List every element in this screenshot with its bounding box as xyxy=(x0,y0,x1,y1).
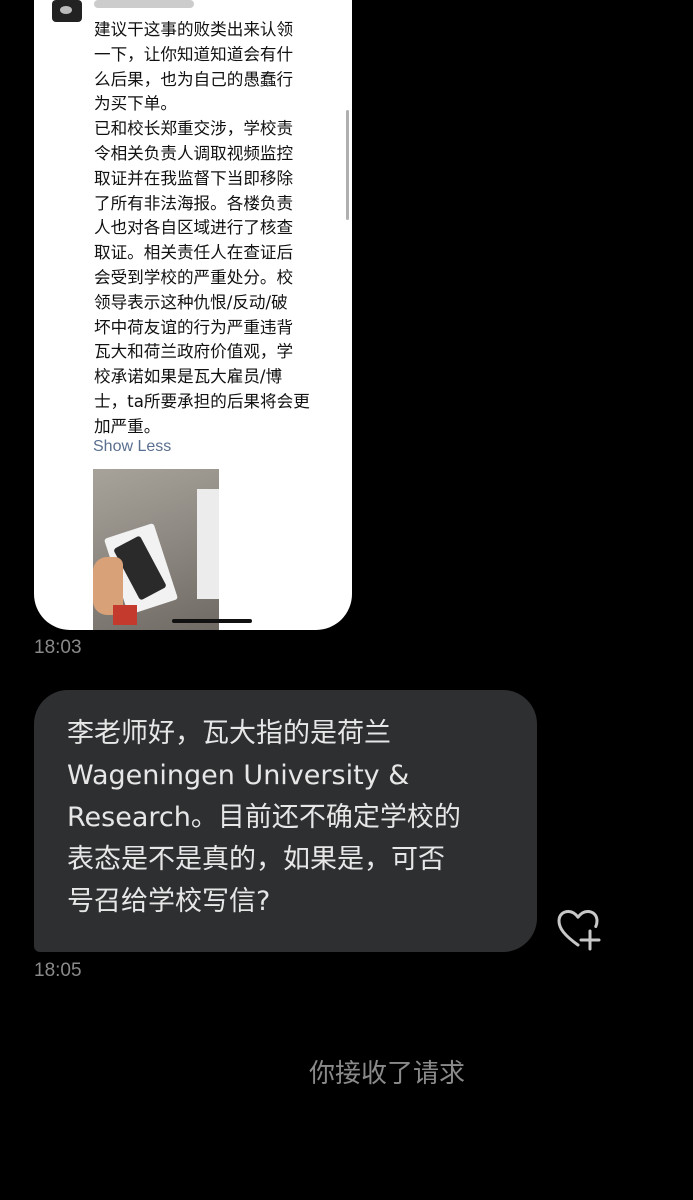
message-bubble[interactable]: 李老师好，瓦大指的是荷兰 Wageningen University & Res… xyxy=(34,690,537,952)
photo-red-object xyxy=(113,605,137,625)
home-indicator xyxy=(172,619,252,623)
request-accepted-note: 你接收了请求 xyxy=(309,1059,466,1089)
heart-plus-icon[interactable] xyxy=(556,909,602,951)
show-less-link[interactable]: Show Less xyxy=(93,438,171,456)
post-body-text: 建议干这事的败类出来认领 一下，让你知道知道会有什 么后果，也为自己的愚蠢行 为… xyxy=(94,20,310,436)
post-author-name-cropped xyxy=(94,0,194,8)
dm-conversation: 建议干这事的败类出来认领 一下，让你知道知道会有什 么后果，也为自己的愚蠢行 为… xyxy=(0,0,693,1200)
scrollbar xyxy=(346,110,349,220)
shared-screenshot-image[interactable]: 建议干这事的败类出来认领 一下，让你知道知道会有什 么后果，也为自己的愚蠢行 为… xyxy=(34,0,352,630)
post-photo-thumbnail[interactable] xyxy=(93,469,219,630)
post-author-avatar xyxy=(52,0,82,22)
photo-notice-sheet xyxy=(197,489,219,599)
message-timestamp: 18:05 xyxy=(34,960,82,981)
message-timestamp: 18:03 xyxy=(34,637,82,658)
message-text: 李老师好，瓦大指的是荷兰 Wageningen University & Res… xyxy=(67,718,461,917)
